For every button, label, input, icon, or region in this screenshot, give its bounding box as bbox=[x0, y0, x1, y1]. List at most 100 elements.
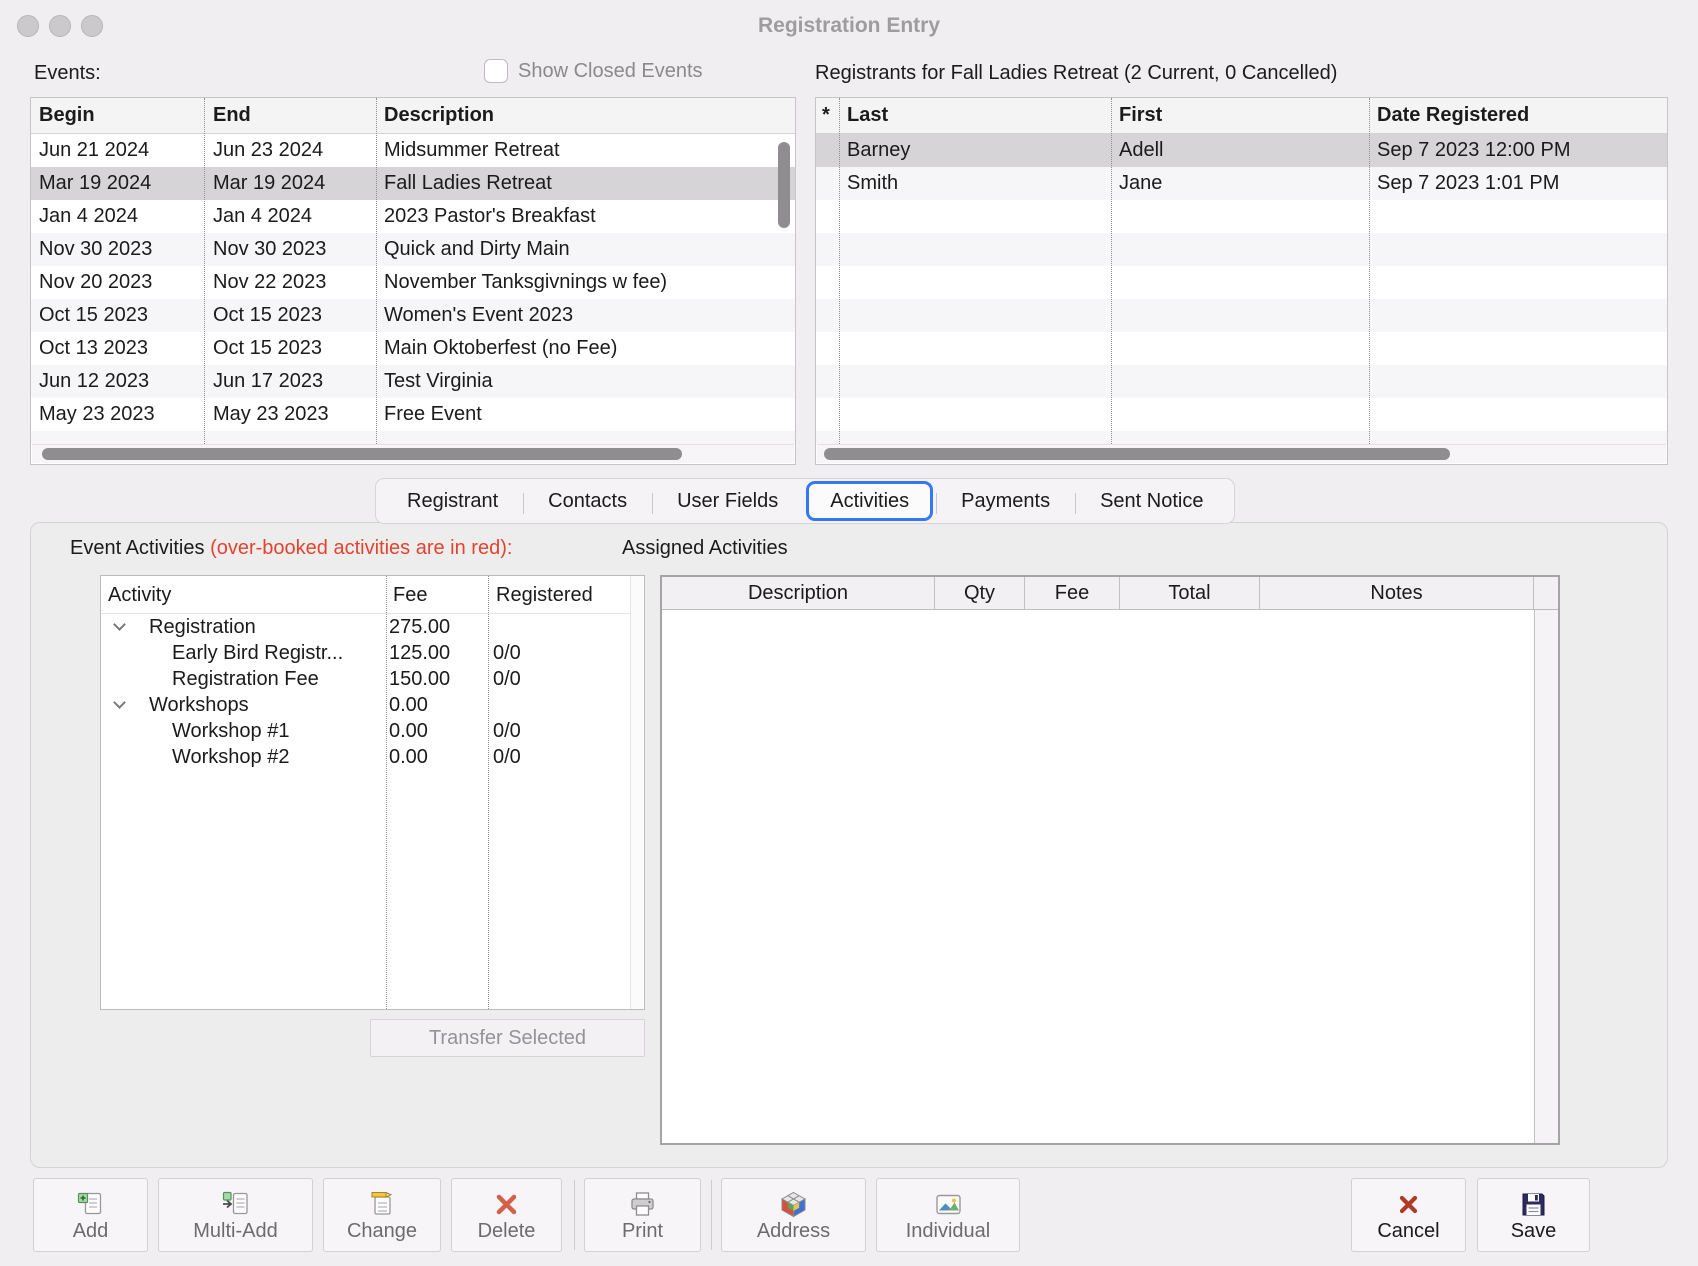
registrants-table-header: * Last First Date Registered bbox=[816, 98, 1667, 134]
event-description-cell: 2023 Pastor's Breakfast bbox=[376, 200, 795, 233]
activity-registered-cell: 0/0 bbox=[493, 744, 521, 770]
event-description-cell: Midsummer Retreat bbox=[376, 134, 795, 167]
add-button[interactable]: Add bbox=[33, 1178, 148, 1252]
individual-button[interactable]: Individual bbox=[876, 1178, 1020, 1252]
event-description-cell: Main Oktoberfest (no Fee) bbox=[376, 332, 795, 365]
activity-registered-cell: 0/0 bbox=[493, 718, 521, 744]
button-divider bbox=[711, 1180, 712, 1250]
event-row[interactable]: Jan 4 2024 Jan 4 2024 2023 Pastor's Brea… bbox=[31, 200, 795, 233]
save-button[interactable]: Save bbox=[1477, 1178, 1590, 1252]
events-label: Events: bbox=[34, 62, 101, 85]
print-button[interactable]: Print bbox=[584, 1178, 701, 1252]
event-activities-label: Event Activities (over-booked activities… bbox=[70, 537, 512, 560]
address-button-label: Address bbox=[757, 1220, 830, 1243]
window-title: Registration Entry bbox=[0, 0, 1698, 52]
event-row[interactable]: Mar 19 2024 Mar 19 2024 Fall Ladies Retr… bbox=[31, 167, 795, 200]
column-divider bbox=[488, 576, 489, 1009]
activity-row[interactable]: Registration 275.00 bbox=[101, 614, 630, 640]
expand-chevron-icon[interactable] bbox=[113, 618, 126, 631]
delete-button[interactable]: Delete bbox=[451, 1178, 562, 1252]
checkbox-box[interactable] bbox=[484, 59, 508, 83]
column-header-date-registered[interactable]: Date Registered bbox=[1369, 98, 1667, 133]
events-vertical-scrollbar-thumb[interactable] bbox=[778, 142, 790, 228]
activity-registered-cell: 0/0 bbox=[493, 640, 521, 666]
tab-user-fields[interactable]: User Fields bbox=[652, 481, 803, 521]
registrant-row[interactable]: Smith Jane Sep 7 2023 1:01 PM bbox=[816, 167, 1667, 200]
cancel-button[interactable]: Cancel bbox=[1351, 1178, 1466, 1252]
expand-chevron-icon[interactable] bbox=[113, 696, 126, 709]
event-row[interactable]: Nov 20 2023 Nov 22 2023 November Tanksgi… bbox=[31, 266, 795, 299]
activity-fee-cell: 0.00 bbox=[389, 744, 428, 770]
cancel-x-icon bbox=[1395, 1189, 1422, 1219]
column-header-end[interactable]: End bbox=[204, 98, 376, 133]
event-end-cell: Jun 17 2023 bbox=[204, 365, 376, 398]
activities-vertical-scrollbar[interactable] bbox=[630, 576, 644, 1009]
column-header-star[interactable]: * bbox=[816, 98, 839, 133]
activity-row[interactable]: Workshop #1 0.00 0/0 bbox=[101, 718, 630, 744]
event-begin-cell: Oct 13 2023 bbox=[31, 332, 204, 365]
assigned-vertical-scrollbar[interactable] bbox=[1534, 610, 1558, 1143]
multi-add-icon bbox=[222, 1189, 249, 1219]
activity-row[interactable]: Workshop #2 0.00 0/0 bbox=[101, 744, 630, 770]
registrants-horizontal-scrollbar[interactable] bbox=[817, 444, 1666, 463]
print-button-label: Print bbox=[622, 1220, 663, 1243]
activity-name-cell: Registration Fee bbox=[172, 666, 319, 692]
tab-activities[interactable]: Activities bbox=[806, 481, 933, 521]
column-header-last[interactable]: Last bbox=[839, 98, 1111, 133]
column-header-description[interactable]: Description bbox=[376, 98, 795, 133]
activity-fee-cell: 0.00 bbox=[389, 692, 428, 718]
event-description-cell: Women's Event 2023 bbox=[376, 299, 795, 332]
column-header-begin[interactable]: Begin bbox=[31, 98, 204, 133]
activity-row[interactable]: Early Bird Registr... 125.00 0/0 bbox=[101, 640, 630, 666]
change-form-icon bbox=[369, 1189, 396, 1219]
individual-button-label: Individual bbox=[906, 1220, 991, 1243]
registrant-row[interactable]: Barney Adell Sep 7 2023 12:00 PM bbox=[816, 134, 1667, 167]
event-row[interactable]: Oct 13 2023 Oct 15 2023 Main Oktoberfest… bbox=[31, 332, 795, 365]
tab-contacts[interactable]: Contacts bbox=[523, 481, 652, 521]
event-row[interactable]: Jun 12 2023 Jun 17 2023 Test Virginia bbox=[31, 365, 795, 398]
tab-payments[interactable]: Payments bbox=[936, 481, 1075, 521]
events-vertical-scrollbar[interactable] bbox=[776, 138, 793, 440]
events-horizontal-scrollbar-thumb[interactable] bbox=[42, 448, 682, 460]
event-row[interactable]: May 23 2023 May 23 2023 Free Event bbox=[31, 398, 795, 431]
add-form-icon bbox=[77, 1189, 104, 1219]
event-row[interactable]: Oct 15 2023 Oct 15 2023 Women's Event 20… bbox=[31, 299, 795, 332]
delete-x-icon bbox=[493, 1189, 520, 1219]
transfer-selected-button[interactable]: Transfer Selected bbox=[370, 1019, 645, 1057]
registrant-star-cell bbox=[816, 167, 839, 200]
column-header-description: Description bbox=[662, 577, 935, 609]
column-divider bbox=[839, 98, 840, 444]
overbooked-note: (over-booked activities are in red): bbox=[210, 537, 512, 559]
event-row[interactable]: Jun 21 2024 Jun 23 2024 Midsummer Retrea… bbox=[31, 134, 795, 167]
registrants-horizontal-scrollbar-thumb[interactable] bbox=[824, 448, 1450, 460]
tab-registrant[interactable]: Registrant bbox=[382, 481, 523, 521]
delete-button-label: Delete bbox=[478, 1220, 536, 1243]
registrants-title: Registrants for Fall Ladies Retreat (2 C… bbox=[815, 62, 1337, 85]
activity-name-cell: Workshop #1 bbox=[172, 718, 289, 744]
activity-row[interactable]: Registration Fee 150.00 0/0 bbox=[101, 666, 630, 692]
registrants-table: * Last First Date Registered Barney Adel… bbox=[815, 97, 1668, 465]
event-begin-cell: Jun 12 2023 bbox=[31, 365, 204, 398]
change-button[interactable]: Change bbox=[323, 1178, 441, 1252]
multi-add-button-label: Multi-Add bbox=[193, 1220, 277, 1243]
event-activities-label-text: Event Activities bbox=[70, 537, 205, 559]
column-divider bbox=[386, 576, 387, 1009]
events-horizontal-scrollbar[interactable] bbox=[32, 444, 794, 463]
event-begin-cell: Jun 21 2024 bbox=[31, 134, 204, 167]
activity-row[interactable]: Workshops 0.00 bbox=[101, 692, 630, 718]
titlebar: Registration Entry bbox=[0, 0, 1698, 52]
assigned-activities-table-body bbox=[662, 610, 1534, 1143]
multi-add-button[interactable]: Multi-Add bbox=[158, 1178, 313, 1252]
column-header-first[interactable]: First bbox=[1111, 98, 1369, 133]
add-button-label: Add bbox=[73, 1220, 109, 1243]
event-row[interactable]: Nov 30 2023 Nov 30 2023 Quick and Dirty … bbox=[31, 233, 795, 266]
event-end-cell: May 23 2023 bbox=[204, 398, 376, 431]
activity-fee-cell: 150.00 bbox=[389, 666, 450, 692]
event-description-cell: Free Event bbox=[376, 398, 795, 431]
address-button[interactable]: Address bbox=[721, 1178, 866, 1252]
event-begin-cell: Jan 4 2024 bbox=[31, 200, 204, 233]
tab-sent-notice[interactable]: Sent Notice bbox=[1075, 481, 1228, 521]
column-divider bbox=[1111, 98, 1112, 444]
event-activities-table-header: Activity Fee Registered bbox=[101, 576, 644, 614]
show-closed-events-checkbox[interactable]: Show Closed Events bbox=[484, 59, 703, 83]
